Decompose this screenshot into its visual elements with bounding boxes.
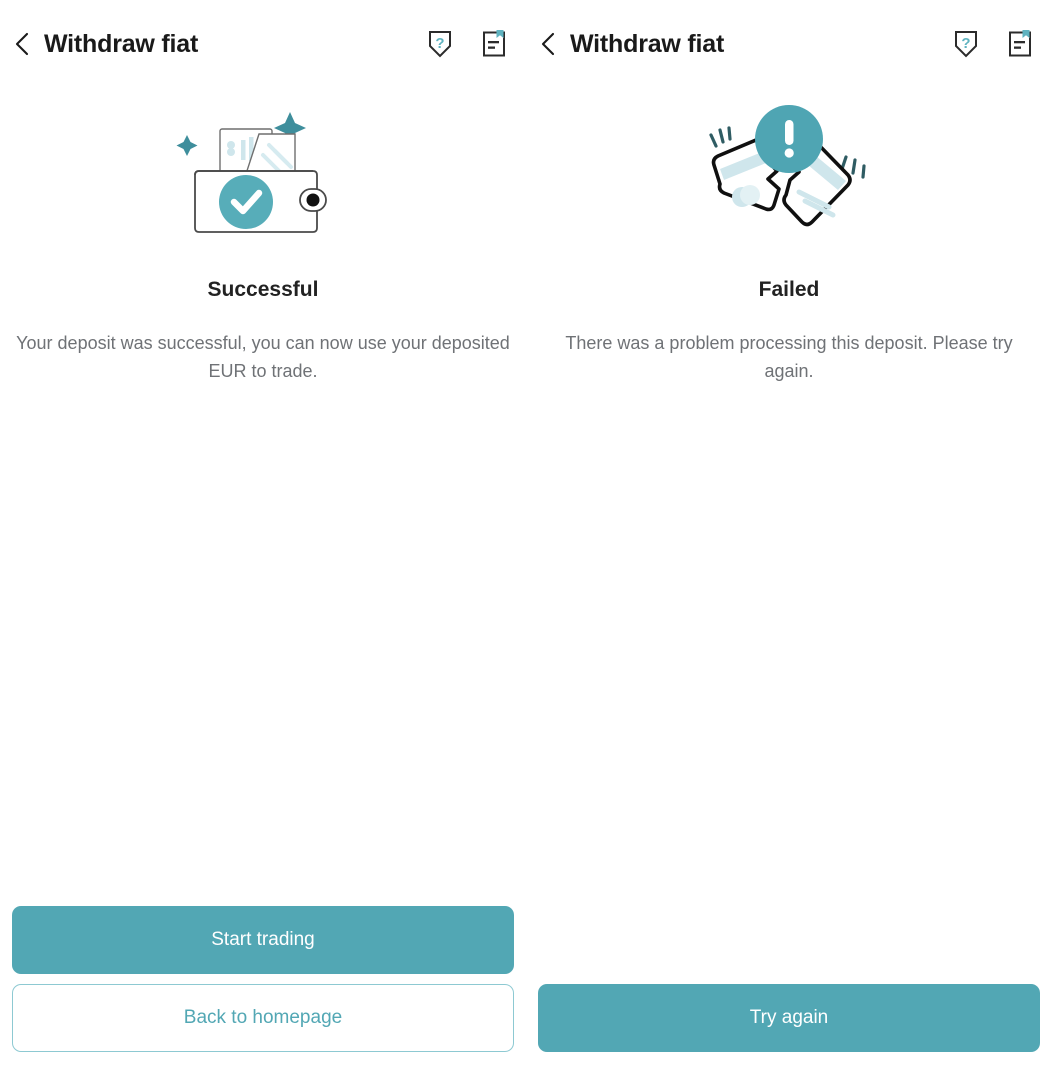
header-actions: ?: [426, 29, 512, 59]
status-title: Failed: [758, 278, 820, 301]
torn-card-failed-illustration: [709, 105, 866, 227]
app-root: Withdraw fiat ? Successful Your deposit …: [0, 0, 1052, 1068]
try-again-button[interactable]: Try again: [538, 984, 1040, 1052]
chevron-left-icon[interactable]: [538, 31, 558, 57]
status-description: Your deposit was successful, you can now…: [16, 333, 510, 381]
back-to-homepage-button[interactable]: Back to homepage: [12, 984, 514, 1052]
svg-text:?: ?: [961, 35, 970, 52]
shield-question-icon[interactable]: ?: [952, 29, 980, 59]
withdraw-failed-screen: Withdraw fiat ? Failed There was a probl…: [526, 0, 1052, 1068]
illustration-container: [0, 92, 526, 252]
footer-actions: Start trading Back to homepage: [0, 906, 526, 1068]
shield-question-icon[interactable]: ?: [426, 29, 454, 59]
svg-text:?: ?: [435, 35, 444, 52]
footer-actions: Try again: [526, 906, 1052, 1068]
status-title: Successful: [207, 278, 319, 301]
back-button[interactable]: Withdraw fiat: [538, 30, 724, 59]
withdraw-success-screen: Withdraw fiat ? Successful Your deposit …: [0, 0, 526, 1068]
status-description: There was a problem processing this depo…: [565, 333, 1013, 381]
document-bookmark-icon[interactable]: [480, 29, 508, 59]
page-title: Withdraw fiat: [570, 29, 725, 58]
screen-header: Withdraw fiat ?: [526, 0, 1052, 88]
page-title: Withdraw fiat: [44, 29, 199, 58]
header-actions: ?: [952, 29, 1038, 59]
back-button[interactable]: Withdraw fiat: [12, 30, 198, 59]
start-trading-button[interactable]: Start trading: [12, 906, 514, 974]
screen-header: Withdraw fiat ?: [0, 0, 526, 88]
chevron-left-icon[interactable]: [12, 31, 32, 57]
illustration-container: [526, 92, 1052, 252]
document-bookmark-icon[interactable]: [1006, 29, 1034, 59]
wallet-success-illustration: [176, 112, 327, 233]
